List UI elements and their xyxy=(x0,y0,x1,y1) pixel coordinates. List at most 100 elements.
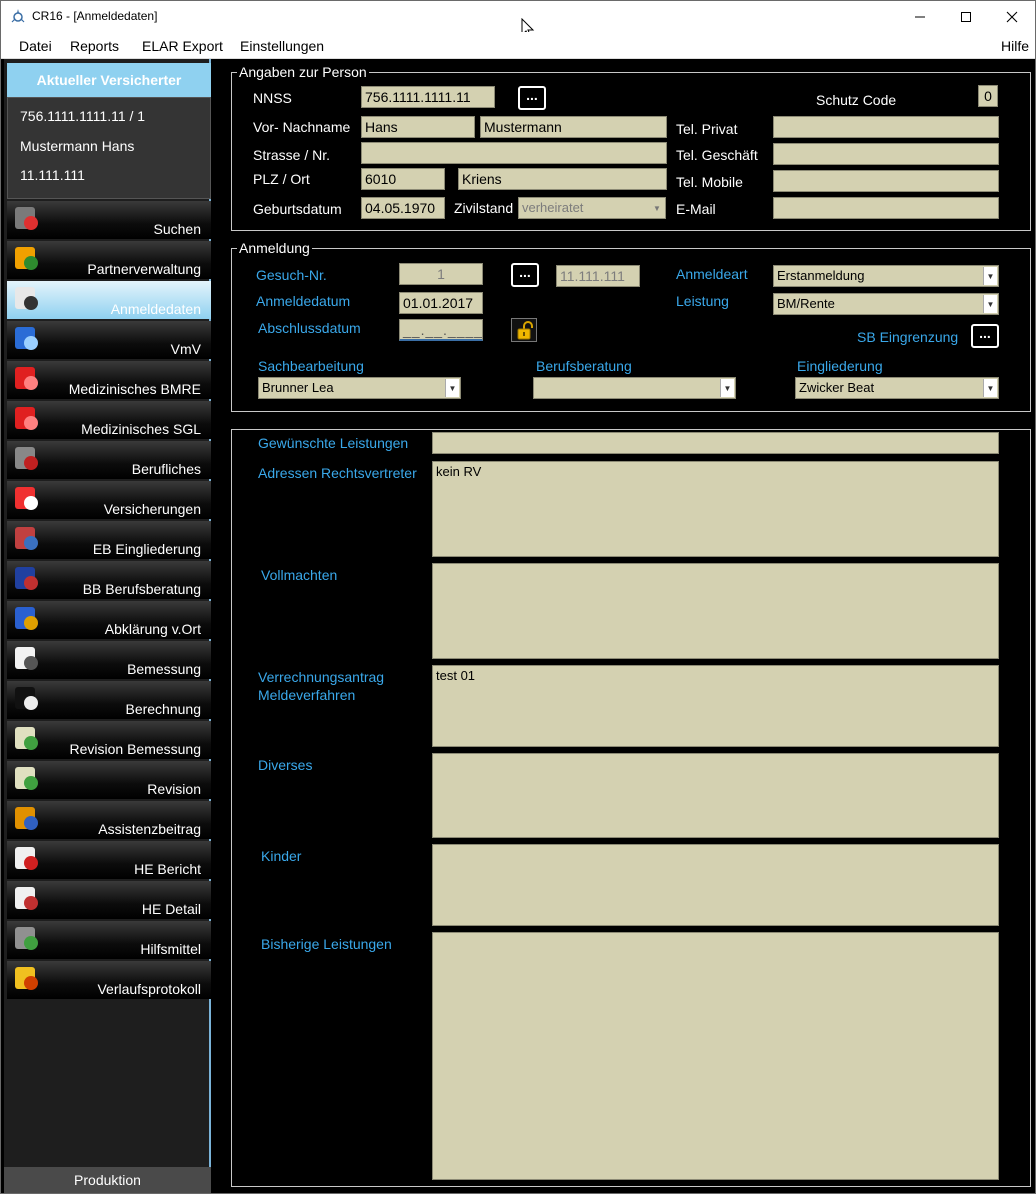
tel-privat-label: Tel. Privat xyxy=(676,121,738,137)
sidebar-item-label: Suchen xyxy=(153,221,201,237)
abschlussdatum-field[interactable]: __.__.____ xyxy=(399,319,483,341)
sidebar-item-label: Berufliches xyxy=(131,461,201,477)
search-person-icon xyxy=(15,207,38,230)
leistung-dropdown[interactable]: BM/Rente ▼ xyxy=(773,293,999,315)
sidebar-item-berufliches[interactable]: Berufliches xyxy=(7,441,211,479)
chevron-down-icon: ▼ xyxy=(650,199,664,217)
close-button[interactable] xyxy=(989,1,1035,32)
tel-mobile-field[interactable] xyxy=(773,170,999,192)
gesuch-nr-label: Gesuch-Nr. xyxy=(256,267,327,283)
email-field[interactable] xyxy=(773,197,999,219)
sidebar-item-abklärung-v-ort[interactable]: Abklärung v.Ort xyxy=(7,601,211,639)
birth-date-field[interactable]: 04.05.1970 xyxy=(361,197,445,219)
plz-field[interactable]: 6010 xyxy=(361,168,445,190)
street-label: Strasse / Nr. xyxy=(253,147,331,163)
checklist-icon xyxy=(15,847,38,870)
maximize-button[interactable] xyxy=(943,1,989,32)
sidebar-item-label: Assistenzbeitrag xyxy=(98,821,201,837)
diverses-textarea[interactable] xyxy=(432,753,999,838)
kinder-textarea[interactable] xyxy=(432,844,999,926)
minimize-button[interactable] xyxy=(897,1,943,32)
vollmachten-textarea[interactable] xyxy=(432,563,999,659)
sidebar-item-bb-berufsberatung[interactable]: BB Berufsberatung xyxy=(7,561,211,599)
menu-hilfe[interactable]: Hilfe xyxy=(1001,38,1029,54)
folder-icon xyxy=(15,967,38,990)
menu-einstellungen[interactable]: Einstellungen xyxy=(240,38,324,54)
plz-ort-label: PLZ / Ort xyxy=(253,171,310,187)
sb-eingrenzung-button[interactable]: ... xyxy=(971,324,999,348)
anmeldedatum-label: Anmeldedatum xyxy=(256,293,351,309)
schutz-code-field[interactable]: 0 xyxy=(978,85,998,107)
gesuch-nr-field[interactable]: 1 xyxy=(399,263,483,285)
sidebar-item-he-detail[interactable]: HE Detail xyxy=(7,881,211,919)
nnss-field[interactable]: 756.1111.1111.11 xyxy=(361,86,495,108)
window-title: CR16 - [Anmeldedaten] xyxy=(32,9,158,23)
eingliederung-value: Zwicker Beat xyxy=(799,380,875,395)
sachbearbeitung-dropdown[interactable]: Brunner Lea ▼ xyxy=(258,377,461,399)
sidebar-item-label: Versicherungen xyxy=(103,501,201,517)
unlock-button[interactable] xyxy=(511,318,537,342)
sidebar-item-medizinisches-bmre[interactable]: Medizinisches BMRE xyxy=(7,361,211,399)
globe-icon xyxy=(15,327,38,350)
menu-elar-export[interactable]: ELAR Export xyxy=(142,38,223,54)
assistant-icon xyxy=(15,807,38,830)
adressen-rechtsvertreter-textarea[interactable]: kein RV xyxy=(432,461,999,557)
menu-reports[interactable]: Reports xyxy=(70,38,119,54)
birth-date-label: Geburtsdatum xyxy=(253,201,342,217)
document-icon xyxy=(15,647,38,670)
eingliederung-dropdown[interactable]: Zwicker Beat ▼ xyxy=(795,377,999,399)
nnss-label: NNSS xyxy=(253,90,292,106)
sidebar-item-label: Hilfsmittel xyxy=(140,941,201,957)
chevron-down-icon: ▼ xyxy=(983,379,997,397)
sidebar-item-label: Medizinisches BMRE xyxy=(68,381,201,397)
berufsberatung-dropdown[interactable]: ▼ xyxy=(533,377,736,399)
sidebar-item-label: Bemessung xyxy=(127,661,201,677)
sidebar-item-bemessung[interactable]: Bemessung xyxy=(7,641,211,679)
sidebar-item-anmeldedaten[interactable]: Anmeldedaten xyxy=(7,281,211,319)
ort-field[interactable]: Kriens xyxy=(458,168,667,190)
partner-icon xyxy=(15,247,38,270)
bisherige-leistungen-textarea[interactable] xyxy=(432,932,999,1180)
insured-nnss: 756.1111.1111.11 / 1 xyxy=(20,108,146,124)
sidebar-item-label: EB Eingliederung xyxy=(92,541,201,557)
sidebar-item-assistenzbeitrag[interactable]: Assistenzbeitrag xyxy=(7,801,211,839)
zivilstand-dropdown[interactable]: verheiratet ▼ xyxy=(518,197,666,219)
gesuch-lookup-button[interactable]: ... xyxy=(511,263,539,287)
insured-number: 11.111.111 xyxy=(20,167,85,183)
sidebar-item-verlaufsprotokoll[interactable]: Verlaufsprotokoll xyxy=(7,961,211,999)
sidebar-item-vmv[interactable]: VmV xyxy=(7,321,211,359)
sidebar-item-suchen[interactable]: Suchen xyxy=(7,201,211,239)
sidebar-item-revision-bemessung[interactable]: Revision Bemessung xyxy=(7,721,211,759)
menu-datei[interactable]: Datei xyxy=(19,38,52,54)
verrechnungsantrag-textarea[interactable]: test 01 xyxy=(432,665,999,747)
last-name-field[interactable]: Mustermann xyxy=(480,116,667,138)
anmeldeart-dropdown[interactable]: Erstanmeldung ▼ xyxy=(773,265,999,287)
sidebar-item-eb-eingliederung[interactable]: EB Eingliederung xyxy=(7,521,211,559)
sidebar-item-hilfsmittel[interactable]: Hilfsmittel xyxy=(7,921,211,959)
tel-geschaeft-field[interactable] xyxy=(773,143,999,165)
wheelchair-icon xyxy=(15,927,38,950)
sidebar-item-berechnung[interactable]: Berechnung xyxy=(7,681,211,719)
anmeldung-group-title: Anmeldung xyxy=(237,240,312,256)
gesuch-ref-field[interactable]: 11.111.111 xyxy=(556,265,640,287)
street-field[interactable] xyxy=(361,142,667,164)
gewuenschte-leistungen-field[interactable] xyxy=(432,432,999,454)
tel-geschaeft-label: Tel. Geschäft xyxy=(676,147,758,163)
sidebar-item-medizinisches-sgl[interactable]: Medizinisches SGL xyxy=(7,401,211,439)
berufsberatung-label: Berufsberatung xyxy=(536,358,632,374)
anmeldedatum-field[interactable]: 01.01.2017 xyxy=(399,292,483,314)
revision-doc-icon xyxy=(15,727,38,750)
tel-privat-field[interactable] xyxy=(773,116,999,138)
medical-star-icon xyxy=(15,407,38,430)
zivilstand-label: Zivilstand xyxy=(454,200,514,216)
sidebar-item-partnerverwaltung[interactable]: Partnerverwaltung xyxy=(7,241,211,279)
nnss-lookup-button[interactable]: ... xyxy=(518,86,546,110)
sidebar-item-label: Berechnung xyxy=(125,701,201,717)
maximize-icon xyxy=(961,11,971,22)
sidebar-item-he-bericht[interactable]: HE Bericht xyxy=(7,841,211,879)
sidebar-item-revision[interactable]: Revision xyxy=(7,761,211,799)
details-group: Gewünschte Leistungen Adressen Rechtsver… xyxy=(231,429,1031,1187)
sidebar-item-versicherungen[interactable]: Versicherungen xyxy=(7,481,211,519)
sidebar-item-label: Revision xyxy=(147,781,201,797)
first-name-field[interactable]: Hans xyxy=(361,116,475,138)
